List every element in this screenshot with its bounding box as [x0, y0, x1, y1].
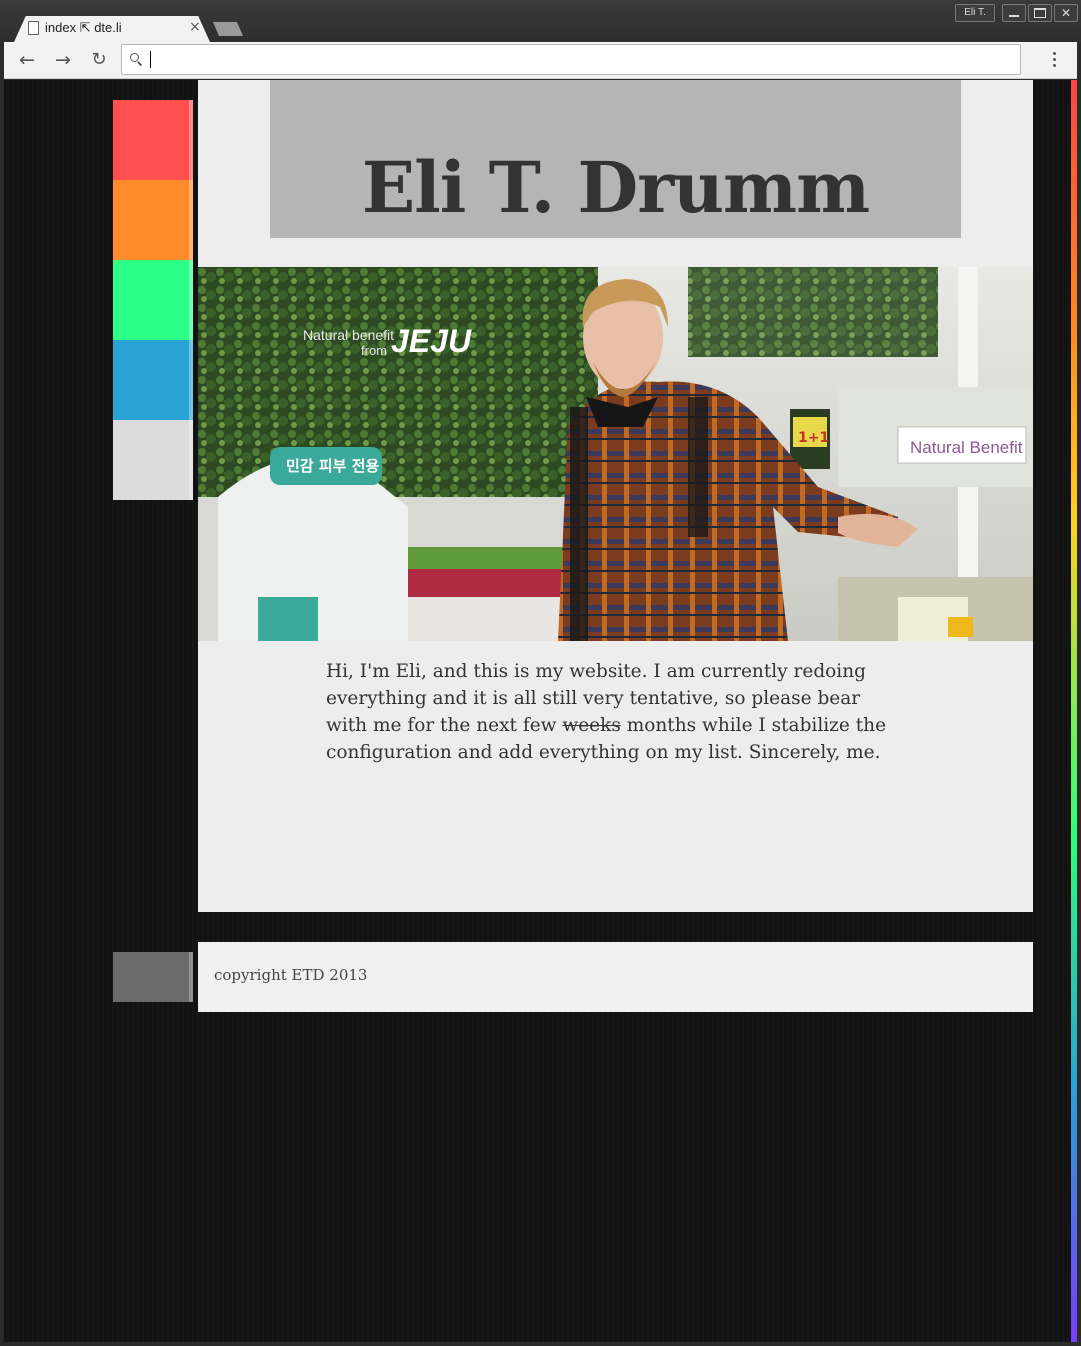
title-banner: Eli T. Drumm [270, 80, 961, 238]
page-viewport: Eli T. Drumm Natural benefit from JEJU N… [4, 80, 1077, 1342]
hero-sign-promo: 1+1 [798, 430, 829, 446]
maximize-icon [1034, 8, 1046, 18]
page-footer: copyright ETD 2013 [198, 942, 1033, 1012]
hero-sign-natural: Natural benefit [303, 327, 394, 343]
maximize-button[interactable] [1028, 4, 1052, 22]
address-bar[interactable] [121, 44, 1021, 75]
color-swatch-nav [113, 100, 193, 500]
search-icon [130, 53, 139, 62]
hero-sign-natural-benefit: Natural Benefit [910, 438, 1023, 457]
tab-close-icon[interactable]: × [189, 19, 201, 35]
swatch-orange[interactable] [113, 180, 193, 260]
hero-photo-illustration: Natural benefit from JEJU Natural Benefi… [198, 267, 1033, 641]
intro-paragraph: Hi, I'm Eli, and this is my website. I a… [326, 658, 898, 766]
hero-photo: Natural benefit from JEJU Natural Benefi… [198, 267, 1033, 641]
rainbow-scroll-strip [1071, 80, 1077, 1342]
profile-button[interactable]: Eli T. [955, 4, 995, 22]
text-caret [150, 51, 151, 68]
page-title: Eli T. Drumm [361, 146, 870, 229]
hero-sign-jeju: JEJU [391, 323, 472, 359]
footer-copyright: copyright ETD 2013 [214, 966, 368, 984]
main-content: Eli T. Drumm Natural benefit from JEJU N… [198, 80, 1033, 912]
forward-button[interactable]: → [51, 48, 75, 72]
hero-sign-korean: 민감 피부 전용 [286, 457, 379, 475]
page-icon [28, 21, 39, 35]
swatch-green[interactable] [113, 260, 193, 340]
back-button[interactable]: ← [15, 48, 39, 72]
swatch-blue[interactable] [113, 340, 193, 420]
intro-struck-word: weeks [562, 715, 621, 736]
minimize-icon [1009, 15, 1019, 17]
hero-sign-from: from [361, 343, 387, 358]
swatch-red[interactable] [113, 100, 193, 180]
swatch-grey[interactable] [113, 420, 193, 500]
tab-title[interactable]: index ⇱ dte.li [45, 20, 122, 36]
close-window-button[interactable]: ✕ [1054, 4, 1078, 22]
minimize-button[interactable] [1002, 4, 1026, 22]
address-input[interactable] [150, 50, 1010, 69]
reload-button[interactable]: ↻ [87, 48, 111, 72]
menu-dots-icon[interactable] [1046, 49, 1062, 69]
footer-swatch [113, 952, 193, 1002]
